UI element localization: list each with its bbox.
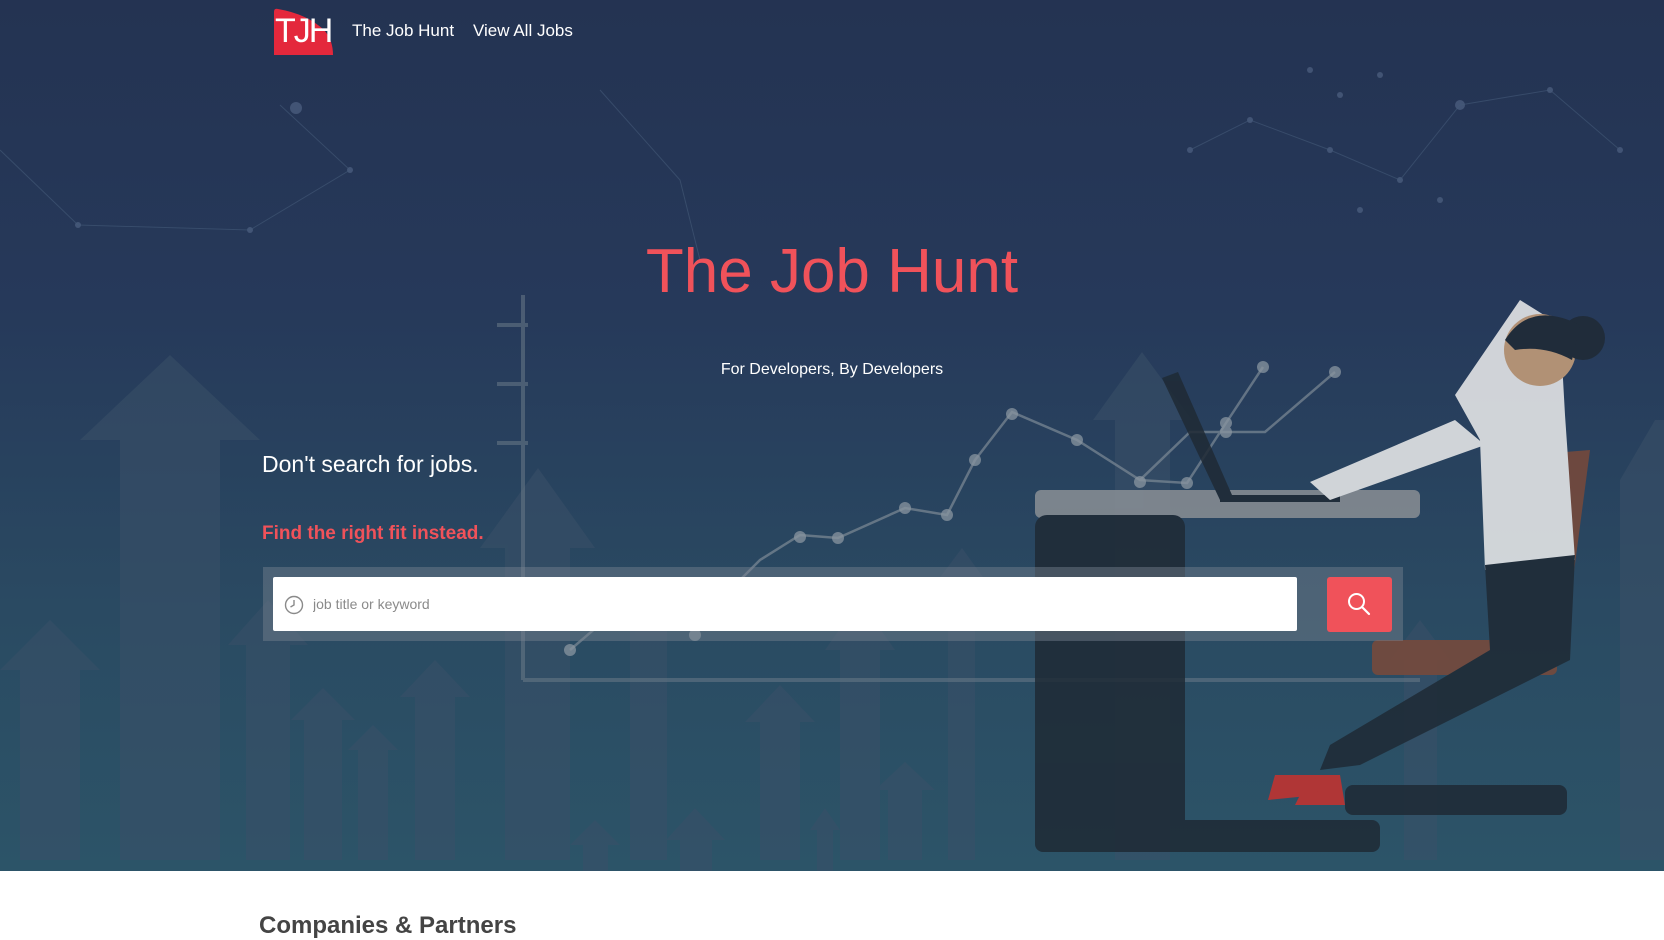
navbar: TJH The Job Hunt View All Jobs bbox=[0, 0, 1664, 62]
search-input[interactable] bbox=[313, 577, 1283, 631]
search-button[interactable] bbox=[1327, 577, 1392, 632]
nav-link-the-job-hunt[interactable]: The Job Hunt bbox=[352, 21, 454, 41]
companies-partners-heading: Companies & Partners bbox=[259, 912, 517, 939]
search-panel bbox=[263, 567, 1403, 641]
hero-section: TJH The Job Hunt View All Jobs The Job H… bbox=[0, 0, 1664, 871]
hero-illustration bbox=[0, 67, 1664, 871]
hero-tagline: Don't search for jobs. bbox=[262, 451, 479, 477]
brand-logo-text: TJH bbox=[275, 12, 333, 50]
hero-title: The Job Hunt bbox=[645, 237, 1019, 306]
hero-tagline-accent: Find the right fit instead. bbox=[262, 523, 484, 544]
clock-icon bbox=[284, 595, 304, 615]
nav-link-view-all-jobs[interactable]: View All Jobs bbox=[473, 21, 573, 41]
hero-subtitle: For Developers, By Developers bbox=[720, 361, 944, 378]
search-icon bbox=[1348, 593, 1371, 616]
search-field bbox=[273, 577, 1297, 631]
